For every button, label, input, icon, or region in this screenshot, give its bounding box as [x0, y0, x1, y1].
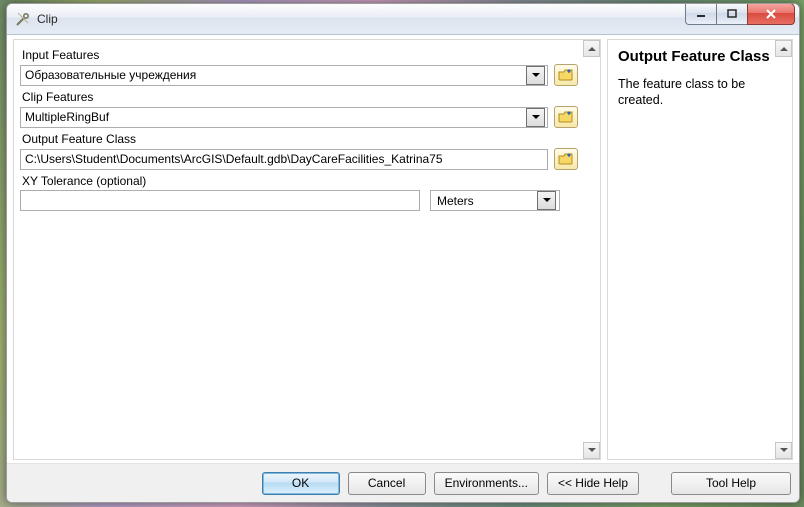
ok-button[interactable]: OK [262, 472, 340, 495]
input-features-dropdown-icon[interactable] [526, 66, 545, 85]
help-title: Output Feature Class [618, 48, 782, 66]
xy-tolerance-units-value: Meters [437, 194, 474, 208]
close-button[interactable] [747, 3, 795, 25]
help-pane: Output Feature Class The feature class t… [607, 39, 793, 460]
input-features-browse-button[interactable] [554, 64, 578, 86]
input-features-label: Input Features [22, 48, 578, 62]
clip-tool-window: Clip Input Features [6, 3, 800, 503]
clip-features-combo[interactable]: MultipleRingBuf [20, 107, 548, 128]
clip-features-browse-button[interactable] [554, 106, 578, 128]
scroll-down-button[interactable] [583, 442, 600, 459]
xy-tolerance-label: XY Tolerance (optional) [22, 174, 578, 188]
client-area: Input Features Образовательные учреждени… [7, 35, 799, 502]
help-body: The feature class to be created. [618, 76, 782, 109]
output-fc-label: Output Feature Class [22, 132, 578, 146]
button-bar: OK Cancel Environments... << Hide Help T… [7, 463, 799, 502]
xy-tolerance-units-dropdown-icon[interactable] [537, 191, 556, 210]
input-features-value: Образовательные учреждения [25, 68, 196, 82]
tool-icon [15, 11, 31, 27]
minimize-button[interactable] [685, 3, 717, 25]
output-fc-input[interactable] [20, 149, 548, 170]
maximize-button[interactable] [716, 3, 748, 25]
help-scroll-down-button[interactable] [775, 442, 792, 459]
clip-features-label: Clip Features [22, 90, 578, 104]
scroll-up-button[interactable] [583, 40, 600, 57]
input-features-combo[interactable]: Образовательные учреждения [20, 65, 548, 86]
tool-help-button[interactable]: Tool Help [671, 472, 791, 495]
xy-tolerance-units-combo[interactable]: Meters [430, 190, 560, 211]
clip-features-dropdown-icon[interactable] [526, 108, 545, 127]
environments-button[interactable]: Environments... [434, 472, 539, 495]
output-fc-browse-button[interactable] [554, 148, 578, 170]
window-controls [686, 3, 795, 25]
titlebar[interactable]: Clip [7, 4, 799, 35]
parameters-pane: Input Features Образовательные учреждени… [13, 39, 601, 460]
cancel-button[interactable]: Cancel [348, 472, 426, 495]
xy-tolerance-input[interactable] [20, 190, 420, 211]
hide-help-button[interactable]: << Hide Help [547, 472, 639, 495]
help-scroll-up-button[interactable] [775, 40, 792, 57]
clip-features-value: MultipleRingBuf [25, 110, 109, 124]
window-title: Clip [37, 12, 680, 26]
